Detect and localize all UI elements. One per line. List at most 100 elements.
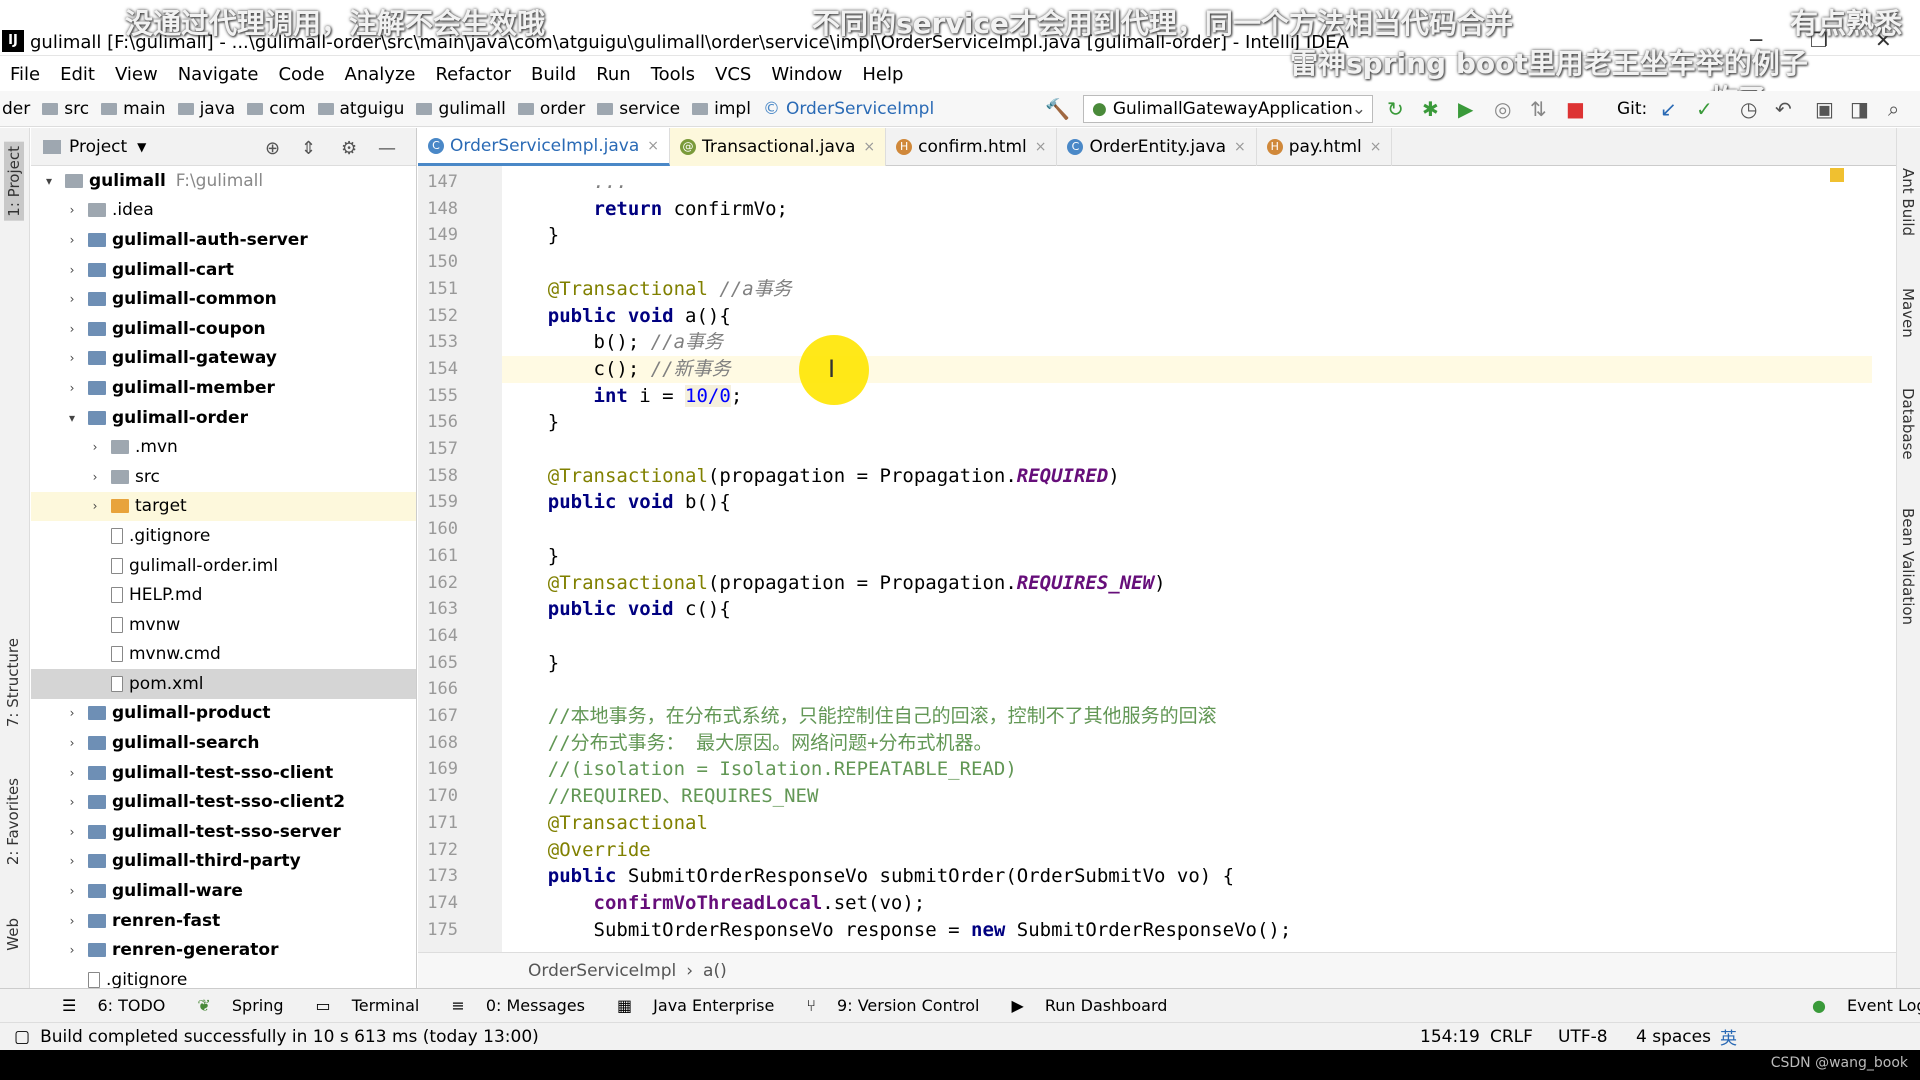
debug-icon[interactable]: ✱ xyxy=(1422,97,1439,121)
project-view-selector[interactable]: Project xyxy=(69,137,127,157)
tool-tab-structure[interactable]: 7: Structure xyxy=(4,638,22,727)
code-line[interactable]: public void c(){ xyxy=(502,596,1872,623)
tool-tab-database[interactable]: Database xyxy=(1899,388,1917,460)
line-separator[interactable]: CRLF xyxy=(1490,1027,1533,1047)
expand-arrow-icon[interactable]: › xyxy=(64,351,80,365)
code-line[interactable]: //本地事务，在分布式系统，只能控制住自己的回滚，控制不了其他服务的回滚 xyxy=(502,703,1872,730)
tree-item[interactable]: › src xyxy=(31,462,416,492)
code-line[interactable] xyxy=(502,436,1872,463)
breadcrumb-item-class[interactable]: © OrderServiceImpl xyxy=(763,99,934,119)
code-line[interactable]: //(isolation = Isolation.REPEATABLE_READ… xyxy=(502,756,1872,783)
tree-item[interactable]: › gulimall-coupon xyxy=(31,314,416,344)
breadcrumb-item[interactable]: gulimall xyxy=(416,99,506,119)
code-area[interactable]: ... return confirmVo; } @Transactional /… xyxy=(502,166,1872,952)
tool-tab-web[interactable]: Web xyxy=(4,918,22,951)
close-tab-icon[interactable]: × xyxy=(1035,139,1047,155)
close-tab-icon[interactable]: × xyxy=(1370,139,1382,155)
collapse-all-icon[interactable]: ⇕ xyxy=(301,138,316,159)
attach-icon[interactable]: ⇅ xyxy=(1530,97,1547,121)
code-line[interactable]: } xyxy=(502,543,1872,570)
tree-item[interactable]: › gulimall-auth-server xyxy=(31,225,416,255)
code-line[interactable]: public void b(){ xyxy=(502,489,1872,516)
breadcrumb-item[interactable]: java xyxy=(177,99,235,119)
tool-messages[interactable]: ≡ 0: Messages xyxy=(435,996,585,1015)
tree-item[interactable]: › gulimall-search xyxy=(31,728,416,758)
caret-position[interactable]: 154:19 xyxy=(1420,1027,1480,1047)
menu-code[interactable]: Code xyxy=(278,64,324,85)
run-configuration-select[interactable]: ● GulimallGatewayApplication ⌄ xyxy=(1083,95,1373,123)
expand-arrow-icon[interactable]: › xyxy=(64,233,80,247)
rerun-icon[interactable]: ↻ xyxy=(1387,97,1404,121)
editor-tab[interactable]: C OrderServiceImpl.java × xyxy=(418,128,670,166)
hide-panel-icon[interactable]: — xyxy=(378,138,396,159)
menu-vcs[interactable]: VCS xyxy=(715,64,751,85)
chevron-down-icon[interactable]: ▼ xyxy=(137,140,146,154)
code-line[interactable]: return confirmVo; xyxy=(502,196,1872,223)
expand-arrow-icon[interactable]: › xyxy=(64,203,80,217)
menu-analyze[interactable]: Analyze xyxy=(345,64,416,85)
editor-tab[interactable]: Hconfirm.html × xyxy=(886,128,1058,166)
expand-arrow-icon[interactable]: › xyxy=(87,440,103,454)
git-update-icon[interactable]: ↙ xyxy=(1660,97,1677,121)
expand-arrow-icon[interactable]: › xyxy=(64,854,80,868)
menu-refactor[interactable]: Refactor xyxy=(435,64,511,85)
tree-item[interactable]: › gulimall-test-sso-client xyxy=(31,758,416,788)
tree-item[interactable]: .gitignore xyxy=(31,521,416,551)
code-line[interactable] xyxy=(502,623,1872,650)
tree-item[interactable]: ▾ gulimall-order xyxy=(31,403,416,433)
tree-item[interactable]: › gulimall-product xyxy=(31,699,416,729)
tree-item[interactable]: mvnw xyxy=(31,610,416,640)
expand-arrow-icon[interactable]: ▾ xyxy=(64,411,80,425)
menu-run[interactable]: Run xyxy=(596,64,631,85)
code-line[interactable]: c(); //新事务 xyxy=(502,355,1872,383)
expand-arrow-icon[interactable]: › xyxy=(64,914,80,928)
expand-arrow-icon[interactable]: › xyxy=(87,499,103,513)
code-line[interactable]: //REQUIRED、REQUIRES_NEW xyxy=(502,783,1872,810)
code-line[interactable] xyxy=(502,249,1872,276)
code-line[interactable]: b(); //a事务 xyxy=(502,329,1872,356)
tree-item[interactable]: ▾ gulimall F:\gulimall xyxy=(31,166,416,196)
code-line[interactable]: @Transactional(propagation = Propagation… xyxy=(502,463,1872,490)
tree-item[interactable]: › gulimall-gateway xyxy=(31,344,416,374)
locate-icon[interactable]: ⊕ xyxy=(265,138,280,159)
gear-icon[interactable]: ⚙ xyxy=(341,138,357,159)
tool-terminal[interactable]: ▭ Terminal xyxy=(300,996,420,1015)
tree-item[interactable]: › gulimall-member xyxy=(31,373,416,403)
code-line[interactable]: @Transactional xyxy=(502,810,1872,837)
stop-icon[interactable]: ■ xyxy=(1566,97,1585,121)
editor-breadcrumb-class[interactable]: OrderServiceImpl xyxy=(528,961,676,981)
tree-item[interactable]: › target xyxy=(31,491,416,522)
close-tab-icon[interactable]: × xyxy=(647,138,659,154)
breadcrumb-item[interactable]: der xyxy=(2,99,30,119)
code-line[interactable]: } xyxy=(502,409,1872,436)
menu-tools[interactable]: Tools xyxy=(651,64,695,85)
expand-arrow-icon[interactable]: › xyxy=(64,263,80,277)
tool-spring[interactable]: ❦ Spring xyxy=(181,996,283,1015)
tool-tab-project[interactable]: 1: Project xyxy=(4,142,24,221)
expand-arrow-icon[interactable]: › xyxy=(64,292,80,306)
tree-item[interactable]: › .mvn xyxy=(31,432,416,462)
code-line[interactable]: int i = 10/0; xyxy=(502,383,1872,410)
tool-tab-ant-build[interactable]: Ant Build xyxy=(1899,168,1917,236)
code-line[interactable]: public void a(){ xyxy=(502,303,1872,330)
code-line[interactable]: confirmVoThreadLocal.set(vo); xyxy=(502,890,1872,917)
close-tab-icon[interactable]: × xyxy=(1234,139,1246,155)
menu-edit[interactable]: Edit xyxy=(60,64,95,85)
tool-run-dashboard[interactable]: ▶ Run Dashboard xyxy=(995,996,1167,1015)
menu-navigate[interactable]: Navigate xyxy=(178,64,259,85)
tree-item[interactable]: › gulimall-common xyxy=(31,284,416,314)
editor-tab[interactable]: Hpay.html × xyxy=(1257,128,1393,166)
history-icon[interactable]: ◷ xyxy=(1740,97,1757,121)
expand-arrow-icon[interactable]: › xyxy=(64,884,80,898)
analysis-indicator-icon[interactable] xyxy=(1830,168,1844,182)
code-line[interactable]: public SubmitOrderResponseVo submitOrder… xyxy=(502,863,1872,890)
breadcrumb-item[interactable]: atguigu xyxy=(317,99,404,119)
expand-arrow-icon[interactable]: › xyxy=(64,381,80,395)
breadcrumb-item[interactable]: impl xyxy=(692,99,751,119)
code-line[interactable]: @Transactional //a事务 xyxy=(502,276,1872,303)
breadcrumb-item[interactable]: main xyxy=(101,99,166,119)
breadcrumb-item[interactable]: order xyxy=(517,99,585,119)
editor-breadcrumb-method[interactable]: a() xyxy=(703,961,727,981)
menu-help[interactable]: Help xyxy=(862,64,903,85)
breadcrumb-item[interactable]: src xyxy=(42,99,89,119)
